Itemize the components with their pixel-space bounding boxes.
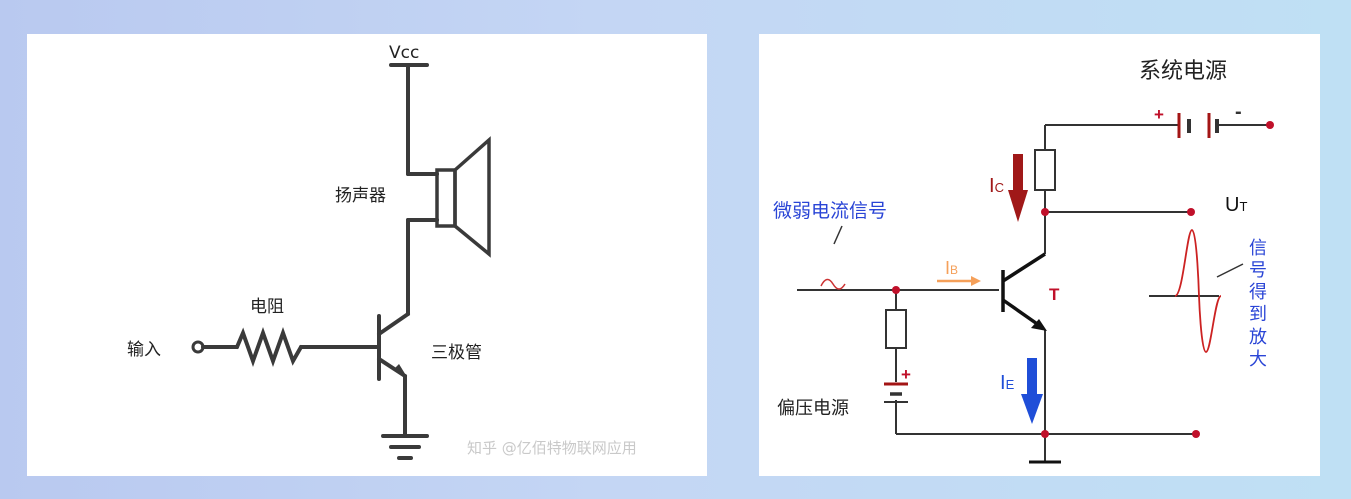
emitter-node: [1041, 430, 1049, 438]
t-label: T: [1049, 285, 1060, 304]
bias-resistor-icon: [885, 309, 907, 349]
watermark: 知乎 @亿佰特物联网应用: [467, 439, 637, 457]
amplified-signal-icon: [1174, 229, 1222, 353]
ic-arrow-icon: [1008, 154, 1028, 222]
ib-arrow-icon: [937, 276, 981, 286]
base-node: [892, 286, 900, 294]
collector-resistor-icon: [1034, 149, 1056, 191]
ground-icon: [381, 434, 429, 460]
output-terminal-node: [1187, 208, 1195, 216]
transistor-symbol-icon: [377, 312, 410, 381]
battery-plus-label: +: [1154, 105, 1164, 124]
svg-text:放: 放: [1249, 327, 1267, 348]
ground-terminal-node: [1192, 430, 1200, 438]
ie-label: IE: [1000, 372, 1015, 394]
resistor-icon: [235, 327, 303, 367]
speaker-label: 扬声器: [335, 186, 386, 206]
transistor-t-icon: [1001, 252, 1046, 330]
svg-text:信: 信: [1249, 238, 1267, 259]
bias-power-label: 偏压电源: [777, 398, 849, 419]
signal-amplified-label: 信 号 得 到 放 大: [1249, 238, 1267, 370]
transistor-label: 三极管: [431, 343, 482, 363]
bias-battery-icon: [884, 382, 908, 403]
system-power-label: 系统电源: [1139, 59, 1227, 84]
ic-label: IC: [989, 175, 1004, 197]
collector-node: [1041, 208, 1049, 216]
weak-current-signal-label: 微弱电流信号: [773, 200, 887, 222]
resistor-label: 电阻: [250, 297, 284, 317]
svg-text:得: 得: [1249, 282, 1267, 303]
svg-text:到: 到: [1249, 304, 1267, 325]
battery-minus-label: -: [1235, 101, 1242, 123]
battery-icon: [1177, 113, 1219, 138]
ib-label: IB: [945, 258, 958, 278]
left-circuit-panel: Vcc 扬声器 电阻 输入 三极管 知乎 @亿佰特物联网应用: [27, 34, 707, 476]
svg-text:号: 号: [1249, 260, 1267, 281]
weak-signal-pointer: [833, 225, 843, 245]
right-circuit-panel: 系统电源 + - IC UT 微弱电流信号 IB T IE + 偏压电源 信 号…: [759, 34, 1320, 476]
speaker-icon: [435, 136, 491, 258]
amplifier-circuit-diagram: 系统电源 + - IC UT 微弱电流信号 IB T IE + 偏压电源 信 号…: [773, 59, 1274, 464]
input-signal-icon: [820, 278, 846, 290]
ut-label: UT: [1225, 194, 1247, 216]
ie-arrow-icon: [1021, 358, 1043, 424]
amplified-pointer: [1216, 263, 1244, 278]
battery-terminal-node: [1266, 121, 1274, 129]
bias-plus-label: +: [901, 365, 911, 384]
speaker-circuit-diagram: Vcc 扬声器 电阻 输入 三极管 知乎 @亿佰特物联网应用: [127, 43, 637, 460]
input-label: 输入: [127, 340, 161, 360]
vcc-label: Vcc: [389, 43, 419, 63]
svg-text:大: 大: [1249, 349, 1267, 370]
